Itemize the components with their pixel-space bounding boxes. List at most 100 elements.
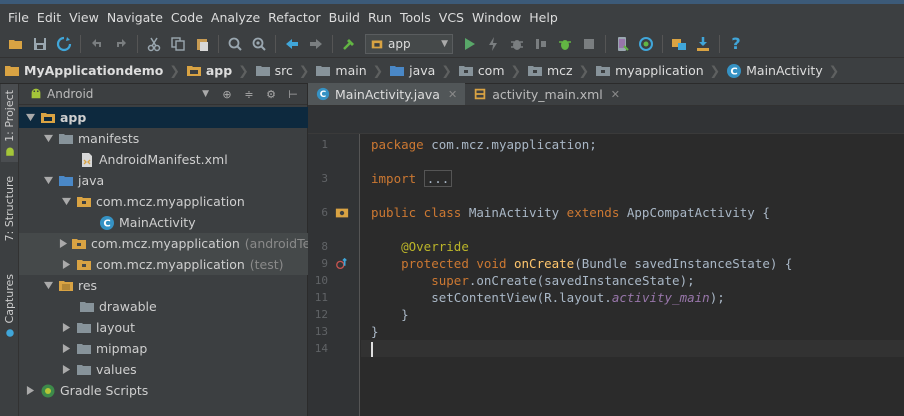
find-icon[interactable]: [225, 34, 245, 54]
folded-imports[interactable]: ...: [423, 170, 453, 187]
debug-icon[interactable]: [507, 34, 527, 54]
breadcrumb-separator-icon: ❯: [298, 63, 310, 78]
line-number: 14: [314, 342, 328, 355]
tree-item-package[interactable]: com.mcz.myapplication: [19, 191, 308, 212]
folder-icon: [76, 320, 92, 336]
open-folder-icon[interactable]: [6, 34, 26, 54]
tree-item-manifests[interactable]: manifests: [19, 128, 308, 149]
run-configuration-select[interactable]: app ▼: [365, 33, 453, 54]
tree-item-layout[interactable]: layout: [19, 317, 308, 338]
menu-help[interactable]: Help: [525, 10, 562, 25]
breadcrumb-project[interactable]: MyApplicationdemo ❯: [4, 58, 186, 84]
redo-icon[interactable]: [111, 34, 131, 54]
tree-item-drawable[interactable]: drawable: [19, 296, 308, 317]
tree-item-mainactivity[interactable]: C MainActivity: [19, 212, 308, 233]
code-editor[interactable]: package com.mcz.myapplication; import ..…: [361, 134, 904, 416]
collapsed-arrow-icon[interactable]: [59, 323, 73, 332]
hide-panel-icon[interactable]: ⊢: [285, 86, 301, 102]
tree-item-androidmanifest[interactable]: AndroidManifest.xml: [19, 149, 308, 170]
paste-icon[interactable]: [192, 34, 212, 54]
menu-navigate[interactable]: Navigate: [103, 10, 167, 25]
close-icon[interactable]: ✕: [448, 88, 457, 101]
tab-structure[interactable]: 7: Structure: [1, 176, 18, 266]
manifest-file-icon: [79, 152, 95, 168]
collapsed-arrow-icon[interactable]: [59, 260, 73, 269]
menu-code[interactable]: Code: [167, 10, 207, 25]
menu-edit[interactable]: Edit: [33, 10, 65, 25]
menu-run[interactable]: Run: [364, 10, 396, 25]
settings-gear-icon[interactable]: ⚙: [263, 86, 279, 102]
tab-captures[interactable]: Captures: [1, 274, 18, 344]
tree-item-package-test[interactable]: com.mcz.myapplication (test): [19, 254, 308, 275]
menu-file[interactable]: File: [4, 10, 33, 25]
menu-view[interactable]: View: [65, 10, 103, 25]
collapsed-arrow-icon[interactable]: [59, 344, 73, 353]
tree-item-values[interactable]: values: [19, 359, 308, 380]
help-icon[interactable]: ?: [726, 34, 746, 54]
run-coverage-icon[interactable]: [555, 34, 575, 54]
menu-analyze[interactable]: Analyze: [207, 10, 264, 25]
replace-icon[interactable]: [249, 34, 269, 54]
tree-item-label: Gradle Scripts: [60, 383, 149, 398]
make-project-icon[interactable]: [339, 34, 359, 54]
tree-item-mipmap[interactable]: mipmap: [19, 338, 308, 359]
line-number: 8: [321, 240, 328, 253]
attach-debugger-icon[interactable]: [531, 34, 551, 54]
breadcrumb-java[interactable]: java ❯: [389, 58, 458, 84]
folder-icon: [255, 63, 271, 79]
collapsed-arrow-icon[interactable]: [23, 386, 37, 395]
menu-build[interactable]: Build: [325, 10, 364, 25]
undo-icon[interactable]: [87, 34, 107, 54]
sdk-manager-icon[interactable]: [693, 34, 713, 54]
cut-icon[interactable]: [144, 34, 164, 54]
chevron-down-icon[interactable]: ▼: [202, 89, 209, 99]
chevron-down-icon: ▼: [441, 38, 448, 49]
save-icon[interactable]: [30, 34, 50, 54]
menu-refactor[interactable]: Refactor: [264, 10, 324, 25]
tree-item-res[interactable]: res: [19, 275, 308, 296]
apply-changes-icon[interactable]: [483, 34, 503, 54]
tab-activity-main-xml[interactable]: activity_main.xml ✕: [465, 83, 628, 105]
collapsed-arrow-icon[interactable]: [59, 239, 68, 248]
tree-item-java[interactable]: java: [19, 170, 308, 191]
run-icon[interactable]: [459, 34, 479, 54]
breadcrumb-mcz[interactable]: mcz ❯: [527, 58, 595, 84]
code-line-11: setContentView(R.layout.activity_main);: [371, 289, 725, 306]
close-icon[interactable]: ✕: [611, 88, 620, 101]
tree-item-package-androidtest[interactable]: com.mcz.myapplication (androidTest): [19, 233, 308, 254]
avd-manager-icon[interactable]: [612, 34, 632, 54]
project-structure-icon[interactable]: [669, 34, 689, 54]
tree-item-app[interactable]: app: [19, 107, 308, 128]
sync-icon[interactable]: [54, 34, 74, 54]
stop-icon[interactable]: [579, 34, 599, 54]
copy-icon[interactable]: [168, 34, 188, 54]
breadcrumb-main[interactable]: main ❯: [315, 58, 389, 84]
expanded-arrow-icon[interactable]: [41, 134, 55, 143]
tree-item-suffix: (androidTest): [244, 236, 308, 251]
locate-file-icon[interactable]: ⊕: [219, 86, 235, 102]
menu-tools[interactable]: Tools: [396, 10, 435, 25]
sync-gradle-icon[interactable]: [636, 34, 656, 54]
breadcrumb-module[interactable]: app ❯: [186, 58, 255, 84]
back-icon[interactable]: [282, 34, 302, 54]
tab-project[interactable]: 1: Project: [1, 84, 18, 162]
breadcrumb-com[interactable]: com ❯: [458, 58, 527, 84]
override-method-icon[interactable]: [334, 256, 350, 272]
expanded-arrow-icon[interactable]: [23, 113, 37, 122]
breadcrumb-myapplication[interactable]: myapplication ❯: [595, 58, 726, 84]
menu-window[interactable]: Window: [468, 10, 525, 25]
breadcrumb-mainactivity[interactable]: C MainActivity ❯: [726, 58, 845, 84]
collapsed-arrow-icon[interactable]: [59, 365, 73, 374]
project-view-mode-select[interactable]: Android: [47, 87, 202, 101]
tab-mainactivity-java[interactable]: C MainActivity.java ✕: [308, 83, 466, 105]
tree-item-gradle-scripts[interactable]: Gradle Scripts: [19, 380, 308, 401]
expanded-arrow-icon[interactable]: [41, 176, 55, 185]
menu-vcs[interactable]: VCS: [435, 10, 468, 25]
code-line-3: import ...: [371, 170, 453, 187]
activity-gutter-icon[interactable]: [334, 205, 350, 221]
collapse-all-icon[interactable]: ≑: [241, 86, 257, 102]
breadcrumb-src[interactable]: src ❯: [255, 58, 316, 84]
expanded-arrow-icon[interactable]: [59, 197, 73, 206]
forward-icon[interactable]: [306, 34, 326, 54]
expanded-arrow-icon[interactable]: [41, 281, 55, 290]
